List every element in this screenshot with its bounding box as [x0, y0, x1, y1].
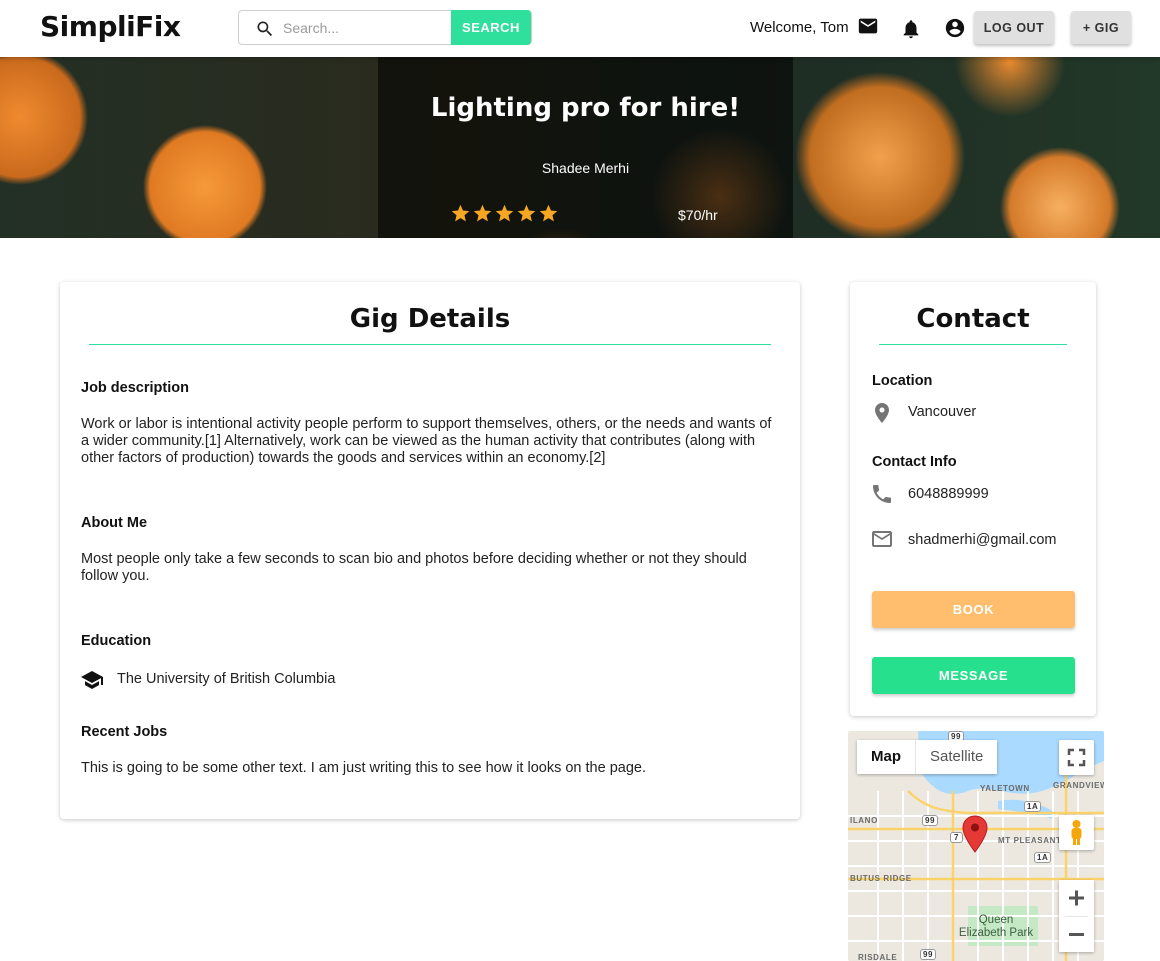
- plus-icon: [1069, 890, 1084, 906]
- map-tab-map[interactable]: Map: [857, 740, 916, 774]
- search-bar: SEARCH: [238, 10, 532, 45]
- top-app-bar: SimpliFix SEARCH Welcome, Tom LOG OUT + …: [0, 0, 1160, 57]
- graduation-cap-icon: [81, 671, 103, 689]
- mail-icon[interactable]: [857, 15, 879, 37]
- gig-details-title: Gig Details: [349, 304, 511, 334]
- email-text[interactable]: shadmerhi@gmail.com: [908, 532, 1057, 548]
- street-view-button[interactable]: [1059, 815, 1094, 850]
- highway-shield: 99: [920, 949, 937, 960]
- zoom-out-button[interactable]: [1059, 917, 1094, 952]
- education-text: The University of British Columbia: [117, 671, 336, 687]
- hero-banner: Lighting pro for hire! Shadee Merhi $70/…: [0, 57, 1160, 238]
- highway-shield: 1A: [1024, 801, 1042, 812]
- location-heading: Location: [872, 373, 933, 389]
- highway-shield: 1A: [1034, 852, 1052, 863]
- star-icon: [495, 204, 514, 222]
- star-icon: [517, 204, 536, 222]
- title-divider: [879, 344, 1067, 345]
- star-icon: [539, 204, 558, 222]
- pegman-icon: [1071, 820, 1082, 845]
- hero-overlay: [378, 57, 793, 238]
- title-divider: [89, 344, 771, 345]
- message-button[interactable]: MESSAGE: [872, 657, 1075, 694]
- map-tab-satellite[interactable]: Satellite: [916, 740, 998, 774]
- location-pin-icon: [875, 403, 889, 423]
- brand-logo[interactable]: SimpliFix: [40, 10, 181, 43]
- map-marker-icon[interactable]: [962, 815, 988, 853]
- about-text: Most people only take a few seconds to s…: [81, 551, 747, 584]
- recent-jobs-heading: Recent Jobs: [81, 724, 168, 740]
- minus-icon: [1069, 933, 1084, 936]
- location-text: Vancouver: [908, 404, 977, 420]
- contact-info-heading: Contact Info: [872, 454, 957, 470]
- map-label-mt-pleasant: MT PLEASANT: [998, 836, 1062, 845]
- book-button[interactable]: BOOK: [872, 591, 1075, 628]
- map-label-brisdale: RISDALE: [858, 953, 898, 961]
- bell-icon[interactable]: [900, 18, 922, 40]
- map-label-queen-elizabeth-park: Queen Elizabeth Park: [958, 914, 1034, 939]
- search-button[interactable]: SEARCH: [451, 10, 531, 45]
- job-description-heading: Job description: [81, 380, 189, 396]
- map-label-yaletown: YALETOWN: [980, 784, 1030, 793]
- zoom-controls: [1059, 880, 1094, 952]
- provider-name: Shadee Merhi: [541, 160, 630, 176]
- fullscreen-button[interactable]: [1059, 740, 1094, 775]
- map-label-kitsilano: ILANO: [850, 816, 878, 825]
- account-circle-icon[interactable]: [944, 17, 966, 39]
- fullscreen-icon: [1067, 748, 1086, 767]
- search-input[interactable]: [283, 17, 443, 39]
- map-label-grandview: GRANDVIEW: [1053, 781, 1104, 790]
- education-heading: Education: [81, 633, 152, 649]
- map-type-toggle: Map Satellite: [857, 740, 998, 774]
- email-icon: [872, 531, 892, 547]
- star-icon: [473, 204, 492, 222]
- search-icon: [257, 21, 273, 37]
- highway-shield: 99: [922, 815, 939, 826]
- contact-card: Contact Location Vancouver Contact Info …: [850, 282, 1096, 716]
- phone-icon: [873, 485, 891, 503]
- star-rating: [450, 203, 559, 225]
- phone-text[interactable]: 6048889999: [908, 486, 989, 502]
- gig-title: Lighting pro for hire!: [430, 93, 741, 123]
- logout-button[interactable]: LOG OUT: [974, 11, 1054, 44]
- location-map[interactable]: ILANO YALETOWN GRANDVIEW MT PLEASANT BUT…: [848, 731, 1104, 961]
- contact-title: Contact: [916, 304, 1030, 334]
- welcome-text: Welcome, Tom: [750, 19, 849, 36]
- zoom-in-button[interactable]: [1059, 880, 1094, 916]
- recent-jobs-text: This is going to be some other text. I a…: [81, 760, 646, 776]
- gig-details-card: Gig Details Job description Work or labo…: [60, 282, 800, 819]
- star-icon: [451, 204, 470, 222]
- add-gig-button[interactable]: + GIG: [1071, 11, 1131, 44]
- job-description-text: Work or labor is intentional activity pe…: [81, 416, 772, 466]
- about-heading: About Me: [81, 515, 148, 531]
- map-label-arbutus: BUTUS RIDGE: [850, 874, 912, 883]
- hourly-rate: $70/hr: [678, 207, 718, 223]
